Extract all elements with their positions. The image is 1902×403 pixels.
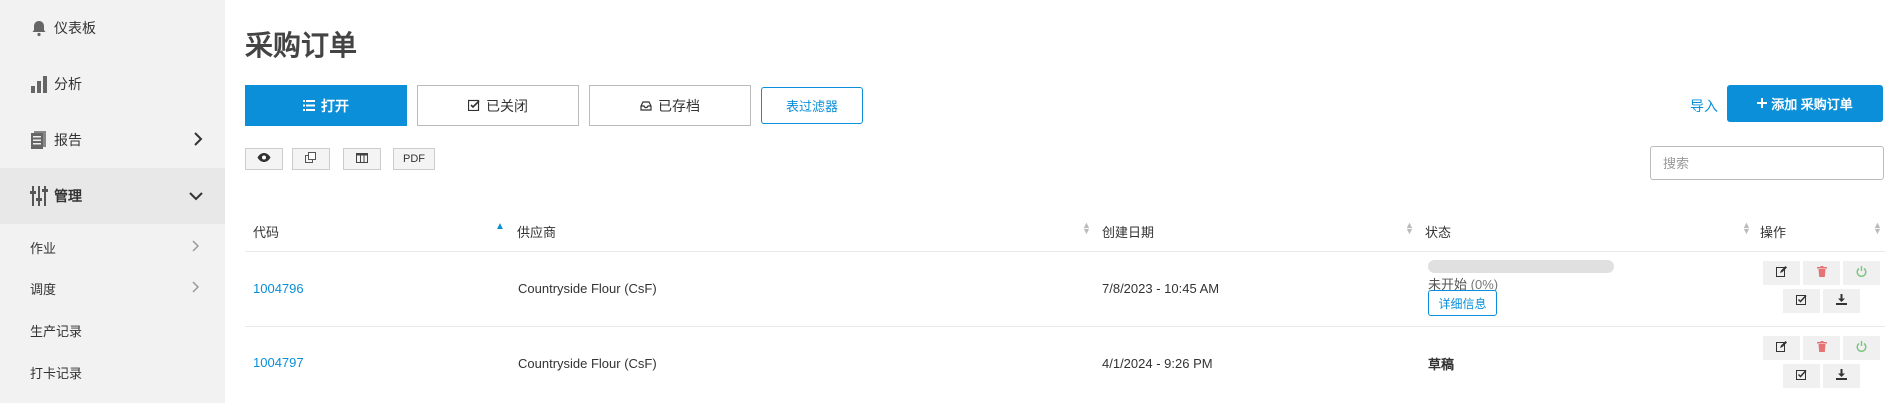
progress-bar (1428, 260, 1614, 273)
download-icon (1836, 369, 1847, 383)
chevron-right-icon (191, 280, 200, 296)
copy-icon (305, 151, 317, 167)
sidebar-item-label: 分析 (54, 76, 82, 92)
add-button-label: 添加 采购订单 (1771, 97, 1853, 112)
table-row-date: 7/8/2023 - 10:45 AM (1102, 281, 1220, 296)
eye-icon (257, 153, 271, 165)
sidebar-item-label: 报告 (54, 132, 82, 148)
edit-button[interactable] (1762, 260, 1801, 286)
row-divider (245, 326, 1885, 327)
tab-label: 打开 (321, 97, 349, 114)
check-square-icon (467, 98, 480, 114)
close-order-button[interactable] (1842, 335, 1881, 361)
tab-label: 已存档 (658, 97, 700, 114)
check-square-icon (1796, 369, 1807, 383)
approve-button[interactable] (1782, 363, 1821, 389)
sidebar-subitem-clock-records[interactable]: 打卡记录 (0, 352, 225, 392)
edit-icon (1776, 266, 1787, 280)
column-header-actions: 操作 (1760, 225, 1787, 240)
table-row-code-link[interactable]: 1004796 (253, 281, 304, 296)
report-icon (28, 129, 50, 151)
check-square-icon (1796, 294, 1807, 308)
columns-button[interactable] (343, 148, 381, 170)
close-order-button[interactable] (1842, 260, 1881, 286)
row-divider (245, 251, 1885, 252)
sidebar-subitem-jobs[interactable]: 作业 (0, 227, 225, 267)
tab-label: 已关闭 (486, 97, 528, 114)
delete-button[interactable] (1802, 260, 1841, 286)
sliders-icon (28, 185, 50, 207)
chevron-right-icon (193, 131, 203, 149)
sidebar-item-analysis[interactable]: 分析 (0, 56, 225, 112)
sort-icon[interactable]: ▲ ▼ (1405, 221, 1414, 236)
sidebar-subitem-schedule[interactable]: 调度 (0, 268, 225, 308)
sort-icon[interactable]: ▲ ▼ (1873, 221, 1882, 236)
edit-button[interactable] (1762, 335, 1801, 361)
sidebar-item-label: 管理 (54, 188, 82, 204)
export-pdf-button[interactable]: PDF (393, 148, 435, 170)
columns-icon (356, 152, 368, 166)
inbox-icon (640, 98, 652, 114)
download-icon (1836, 294, 1847, 308)
view-toggle-button[interactable] (245, 148, 283, 170)
sort-asc-icon[interactable]: ▲ (495, 222, 505, 232)
import-link[interactable]: 导入 (1690, 96, 1718, 116)
sidebar-subitem-production-records[interactable]: 生产记录 (0, 310, 225, 350)
tab-closed[interactable]: 已关闭 (417, 85, 579, 126)
list-icon (303, 98, 315, 114)
details-button[interactable]: 详细信息 (1428, 290, 1497, 316)
column-header-created-date[interactable]: 创建日期 (1102, 222, 1154, 241)
sidebar-subitem-label: 调度 (30, 281, 57, 297)
trash-icon (1816, 341, 1827, 355)
trash-icon (1816, 266, 1827, 280)
page-title: 采购订单 (245, 30, 358, 61)
sidebar-item-dashboard[interactable]: 仪表板 (0, 0, 225, 56)
sidebar-item-manage[interactable]: 管理 (0, 168, 225, 224)
sidebar-subitem-label: 作业 (30, 240, 57, 256)
plus-icon (1757, 96, 1768, 111)
delete-button[interactable] (1802, 335, 1841, 361)
column-header-status[interactable]: 状态 (1425, 222, 1451, 241)
copy-button[interactable] (292, 148, 330, 170)
sort-icon[interactable]: ▲ ▼ (1742, 221, 1751, 236)
add-purchase-order-button[interactable]: 添加 采购订单 (1727, 85, 1883, 122)
power-icon (1856, 266, 1867, 280)
download-button[interactable] (1822, 288, 1861, 314)
sort-icon[interactable]: ▲ ▼ (1082, 221, 1091, 236)
sidebar-item-reports[interactable]: 报告 (0, 112, 225, 168)
table-row-date: 4/1/2024 - 9:26 PM (1102, 356, 1213, 371)
sidebar-subitem-label: 打卡记录 (30, 365, 83, 381)
search-input[interactable] (1650, 146, 1884, 180)
sidebar-subitem-label: 生产记录 (30, 323, 83, 339)
approve-button[interactable] (1782, 288, 1821, 314)
chevron-right-icon (191, 239, 200, 255)
bell-icon (28, 17, 50, 39)
table-row-supplier: Countryside Flour (CsF) (518, 356, 657, 371)
table-filter-button[interactable]: 表过滤器 (761, 87, 863, 124)
bar-chart-icon (28, 73, 50, 95)
table-row-supplier: Countryside Flour (CsF) (518, 281, 657, 296)
chevron-down-icon (189, 188, 203, 204)
column-header-code[interactable]: 代码 (253, 222, 279, 241)
power-icon (1856, 341, 1867, 355)
tab-archived[interactable]: 已存档 (589, 85, 751, 126)
download-button[interactable] (1822, 363, 1861, 389)
table-row-code-link[interactable]: 1004797 (253, 355, 304, 370)
column-header-supplier[interactable]: 供应商 (517, 222, 556, 241)
sidebar: 仪表板 分析 报告 管理 作业 调度 生产记录 打卡记录 (0, 0, 225, 403)
status-label: 草稿 (1428, 357, 1455, 372)
edit-icon (1776, 341, 1787, 355)
tab-open[interactable]: 打开 (245, 85, 407, 126)
sidebar-item-label: 仪表板 (54, 20, 96, 36)
